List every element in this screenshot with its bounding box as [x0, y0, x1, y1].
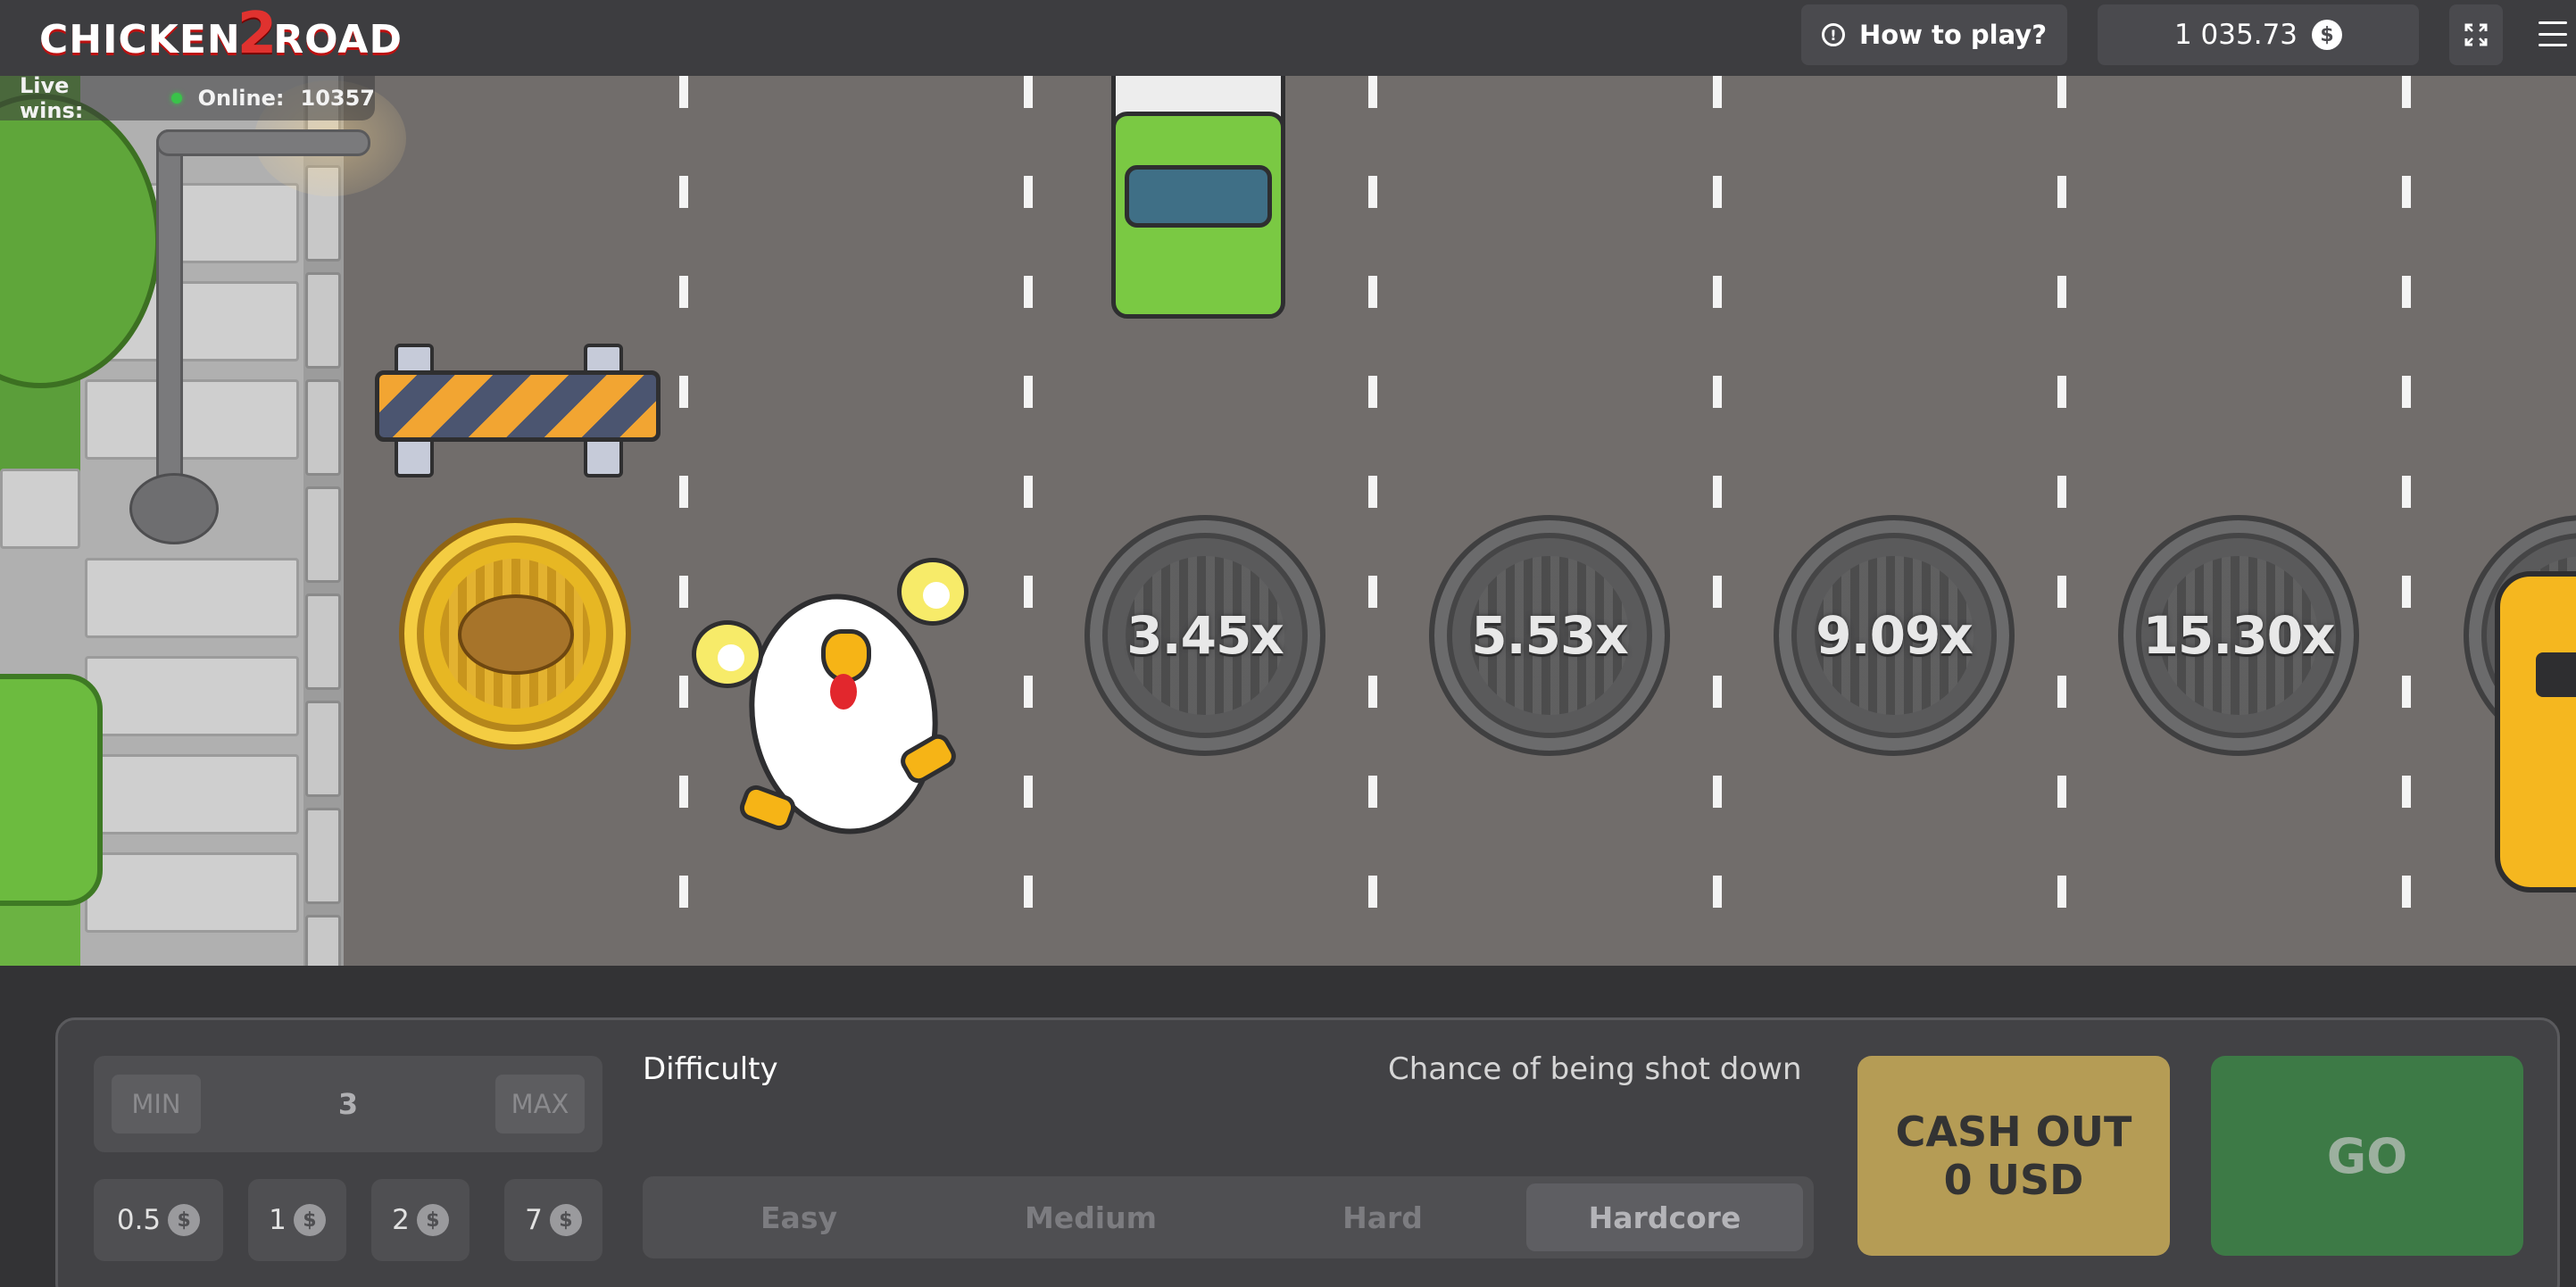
- difficulty-option-medium[interactable]: Medium: [952, 1183, 1229, 1251]
- quick-bet-value: 2: [392, 1204, 410, 1236]
- bet-amount-control: MIN 3 MAX: [94, 1056, 602, 1152]
- green-truck: [1093, 76, 1303, 321]
- curb-segment: [305, 594, 341, 690]
- chicken-eye: [897, 558, 968, 626]
- dollar-coin-icon: $: [168, 1204, 201, 1236]
- paving-tile: [85, 656, 299, 736]
- lane-marking: [1713, 76, 1722, 966]
- multiplier-label: 9.09x: [1816, 605, 1974, 666]
- lane-marking: [2057, 76, 2066, 966]
- chicken-eye: [692, 620, 763, 688]
- paving-tile: [85, 754, 299, 834]
- curb-segment: [305, 272, 341, 369]
- quick-bet-value: 7: [525, 1204, 543, 1236]
- barrier-board: [375, 370, 661, 442]
- curb-segment: [305, 808, 341, 904]
- curb-segment: [305, 915, 341, 966]
- road-barrier: [375, 344, 661, 477]
- difficulty-option-hard[interactable]: Hard: [1244, 1183, 1521, 1251]
- paving-tile: [0, 469, 80, 549]
- multiplier-label: 3.45x: [1126, 605, 1284, 666]
- dollar-coin-icon: $: [549, 1204, 582, 1236]
- min-bet-button[interactable]: MIN: [112, 1075, 201, 1133]
- cash-out-button[interactable]: CASH OUT 0 USD: [1857, 1056, 2170, 1256]
- difficulty-option-easy[interactable]: Easy: [661, 1183, 937, 1251]
- paving-tile: [85, 852, 299, 933]
- logo-number-two: 2: [237, 1, 278, 67]
- dollar-coin-icon: $: [416, 1204, 449, 1236]
- cash-out-label: CASH OUT: [1895, 1108, 2132, 1156]
- bet-amount-input[interactable]: 3: [338, 1087, 358, 1121]
- online-indicator-icon: [170, 93, 182, 104]
- live-status-bar: Live wins: Online: 10357: [0, 73, 376, 123]
- truck-windshield: [1125, 165, 1272, 228]
- dollar-coin-icon: $: [293, 1204, 326, 1236]
- cash-out-amount: 0 USD: [1943, 1156, 2084, 1204]
- manhole-step-4[interactable]: 15.30x: [2118, 515, 2359, 756]
- multiplier-label: 5.53x: [1471, 605, 1629, 666]
- roast-chicken-icon: [458, 594, 574, 675]
- how-to-play-button[interactable]: ! How to play?: [1801, 4, 2067, 65]
- quick-bet-button[interactable]: 7 $: [504, 1179, 602, 1261]
- chicken-wattle: [830, 674, 857, 710]
- top-bar: CHICKEN 2 ROAD ! How to play? 1 035.73 $: [0, 0, 2576, 76]
- road-scene: 3.45x 5.53x 9.09x 15.30x: [0, 76, 2576, 966]
- difficulty-label: Difficulty: [643, 1051, 778, 1087]
- multiplier-label: 15.30x: [2142, 605, 2336, 666]
- lane-marking: [2402, 76, 2411, 966]
- max-bet-button[interactable]: MAX: [494, 1075, 585, 1133]
- live-wins-label: Live wins:: [20, 73, 84, 123]
- street-lamp-arm: [156, 129, 370, 156]
- go-button[interactable]: GO: [2211, 1056, 2523, 1256]
- manhole-step-1[interactable]: 3.45x: [1084, 515, 1325, 756]
- quick-bet-button[interactable]: 1 $: [248, 1179, 346, 1261]
- online-count: 10357: [300, 86, 376, 111]
- online-label: Online:: [197, 86, 285, 111]
- quick-bet-button[interactable]: 2 $: [371, 1179, 469, 1261]
- lane-marking: [1368, 76, 1377, 966]
- balance-value: 1 035.73: [2173, 19, 2298, 51]
- passed-manhole-gold: [399, 518, 631, 750]
- paving-tile: [85, 379, 299, 460]
- quick-bet-value: 0.5: [116, 1204, 162, 1236]
- quick-bet-button[interactable]: 0.5 $: [94, 1179, 223, 1261]
- curb-segment: [305, 379, 341, 476]
- taxi-sign: [2536, 652, 2576, 697]
- bottom-panel-area: MIN 3 MAX 0.5 $ 1 $ 2 $ 7 $ Difficulty C…: [0, 966, 2576, 1287]
- fullscreen-icon: [2464, 23, 2488, 46]
- yellow-taxi: [2495, 571, 2576, 893]
- dollar-coin-icon: $: [2312, 20, 2343, 50]
- street-lamp-pole: [156, 129, 183, 486]
- difficulty-selector: Easy Medium Hard Hardcore: [643, 1176, 1814, 1258]
- game-root: CHICKEN 2 ROAD ! How to play? 1 035.73 $: [0, 0, 2576, 1287]
- bush: [0, 674, 103, 906]
- chicken-character: [687, 549, 982, 852]
- info-icon: !: [1821, 23, 1845, 46]
- hamburger-menu-icon[interactable]: [2535, 16, 2571, 52]
- lane-marking: [1024, 76, 1033, 966]
- fullscreen-button[interactable]: [2449, 4, 2503, 65]
- control-panel: MIN 3 MAX 0.5 $ 1 $ 2 $ 7 $ Difficulty C…: [55, 1017, 2560, 1287]
- curb-segment: [305, 701, 341, 797]
- balance-display: 1 035.73 $: [2098, 4, 2419, 65]
- chance-label: Chance of being shot down: [1388, 1051, 1802, 1087]
- paving-tile: [85, 558, 299, 638]
- how-to-play-label: How to play?: [1858, 20, 2048, 50]
- logo-word-road: ROAD: [273, 16, 403, 62]
- street-lamp-base: [129, 473, 219, 544]
- manhole-step-2[interactable]: 5.53x: [1429, 515, 1670, 756]
- curb-segment: [305, 486, 341, 583]
- game-logo: CHICKEN 2 ROAD: [39, 1, 403, 75]
- difficulty-option-hardcore[interactable]: Hardcore: [1526, 1183, 1803, 1251]
- logo-word-chicken: CHICKEN: [39, 16, 241, 62]
- manhole-step-3[interactable]: 9.09x: [1774, 515, 2015, 756]
- quick-bet-value: 1: [269, 1204, 287, 1236]
